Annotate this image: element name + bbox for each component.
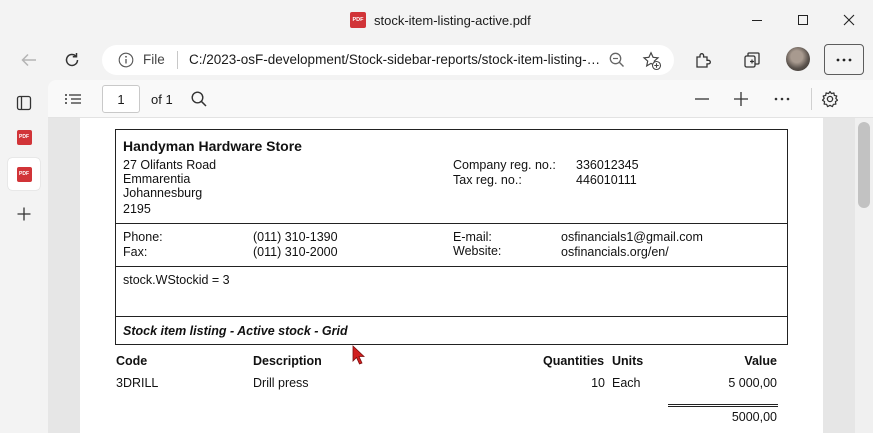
tax-reg-label: Tax reg. no.: <box>453 173 522 187</box>
row-units: Each <box>612 376 641 390</box>
minus-icon <box>695 98 709 100</box>
back-arrow-icon <box>21 53 36 67</box>
close-icon <box>843 14 855 26</box>
maximize-icon <box>798 15 808 25</box>
profile-avatar[interactable] <box>786 47 810 71</box>
address-line-1: 27 Olifants Road <box>123 158 217 172</box>
report-title: Stock item listing - Active stock - Grid <box>123 324 348 338</box>
minimize-icon <box>752 20 762 21</box>
title-bar: PDF stock-item-listing-active.pdf <box>0 0 873 40</box>
tab-actions-menu-button[interactable] <box>8 87 40 119</box>
plus-icon <box>734 92 748 106</box>
company-reg-value: 336012345 <box>576 158 639 172</box>
more-horizontal-icon <box>836 58 852 61</box>
pdf-file-icon: PDF <box>350 12 366 28</box>
back-button[interactable] <box>15 46 43 74</box>
window-title: PDF stock-item-listing-active.pdf <box>350 12 531 28</box>
row-code: 3DRILL <box>116 376 159 390</box>
row-description: Drill press <box>253 376 309 390</box>
website-label: Website: <box>453 244 502 258</box>
toolbar-separator <box>811 88 812 110</box>
settings-and-more-button[interactable] <box>824 44 864 75</box>
row-value: 5 000,00 <box>728 376 777 390</box>
extensions-button[interactable] <box>689 46 717 74</box>
phone-label: Phone: <box>123 230 163 244</box>
pdf-tab-icon: PDF <box>16 129 32 145</box>
address-separator <box>177 51 178 69</box>
row-quantities: 10 <box>591 376 605 390</box>
pdf-page: Handyman Hardware Store 27 Olifants Road… <box>80 118 823 433</box>
window-title-text: stock-item-listing-active.pdf <box>374 12 531 28</box>
new-tab-button[interactable] <box>8 198 40 230</box>
zoom-out-button[interactable] <box>692 89 712 109</box>
minimize-button[interactable] <box>744 8 770 32</box>
pdf-toolbar: 1 of 1 <box>48 80 873 118</box>
collections-button[interactable] <box>738 46 766 74</box>
vertical-tab-pdf-active[interactable]: PDF <box>8 158 40 190</box>
fax-label: Fax: <box>123 245 148 259</box>
address-line-4: 2195 <box>123 202 151 216</box>
fax-value: (011) 310-2000 <box>253 245 338 259</box>
tax-reg-value: 446010111 <box>576 173 637 187</box>
vertical-scrollbar[interactable] <box>855 118 873 433</box>
find-button[interactable] <box>189 89 209 109</box>
page-number-input[interactable]: 1 <box>102 85 140 113</box>
search-icon <box>191 91 207 107</box>
column-header-quantities: Quantities <box>543 354 605 368</box>
total-underline <box>668 404 778 407</box>
pdf-viewer[interactable]: Handyman Hardware Store 27 Olifants Road… <box>48 118 855 433</box>
settings-button[interactable] <box>820 89 840 109</box>
scrollbar-thumb[interactable] <box>858 122 870 208</box>
maximize-button[interactable] <box>790 8 816 32</box>
more-horizontal-icon <box>774 97 790 101</box>
gear-icon <box>821 90 839 108</box>
refresh-icon <box>65 53 79 67</box>
more-options-button[interactable] <box>772 89 792 109</box>
zoom-in-button[interactable] <box>731 89 751 109</box>
url-text[interactable]: C:/2023-osF-development/Stock-sidebar-re… <box>189 52 601 67</box>
collections-icon <box>744 52 760 68</box>
address-line-3: Johannesburg <box>123 186 203 200</box>
zoom-out-icon[interactable] <box>608 51 626 69</box>
page-count-label: of 1 <box>151 92 173 107</box>
pdf-tab-icon: PDF <box>16 166 32 182</box>
close-window-button[interactable] <box>836 8 862 32</box>
puzzle-icon <box>696 53 711 68</box>
address-line-2: Emmarentia <box>123 172 191 186</box>
tab-actions-icon <box>16 95 32 111</box>
column-header-value: Value <box>744 354 777 368</box>
website-value: osfinancials.org/en/ <box>561 245 669 259</box>
mouse-cursor-icon <box>352 345 365 365</box>
add-favorite-icon[interactable] <box>642 51 662 71</box>
company-reg-label: Company reg. no.: <box>453 158 556 172</box>
vertical-tab-pdf-1[interactable]: PDF <box>8 121 40 153</box>
filter-text: stock.WStockid = 3 <box>123 273 230 287</box>
phone-value: (011) 310-1390 <box>253 230 338 244</box>
refresh-button[interactable] <box>58 46 86 74</box>
column-header-description: Description <box>253 354 322 368</box>
email-value: osfinancials1@gmail.com <box>561 230 703 244</box>
file-scheme-label: File <box>143 52 165 67</box>
total-value: 5000,00 <box>731 410 777 424</box>
address-bar[interactable]: File C:/2023-osF-development/Stock-sideb… <box>102 45 674 75</box>
info-icon[interactable] <box>118 52 134 68</box>
email-label: E-mail: <box>453 230 492 244</box>
store-name: Handyman Hardware Store <box>123 138 302 154</box>
contents-button[interactable] <box>63 89 83 109</box>
plus-icon <box>17 207 31 221</box>
vertical-tab-rail: PDF PDF <box>0 80 48 433</box>
column-header-units: Units <box>612 354 644 368</box>
column-header-code: Code <box>116 354 148 368</box>
table-of-contents-icon <box>65 94 81 104</box>
